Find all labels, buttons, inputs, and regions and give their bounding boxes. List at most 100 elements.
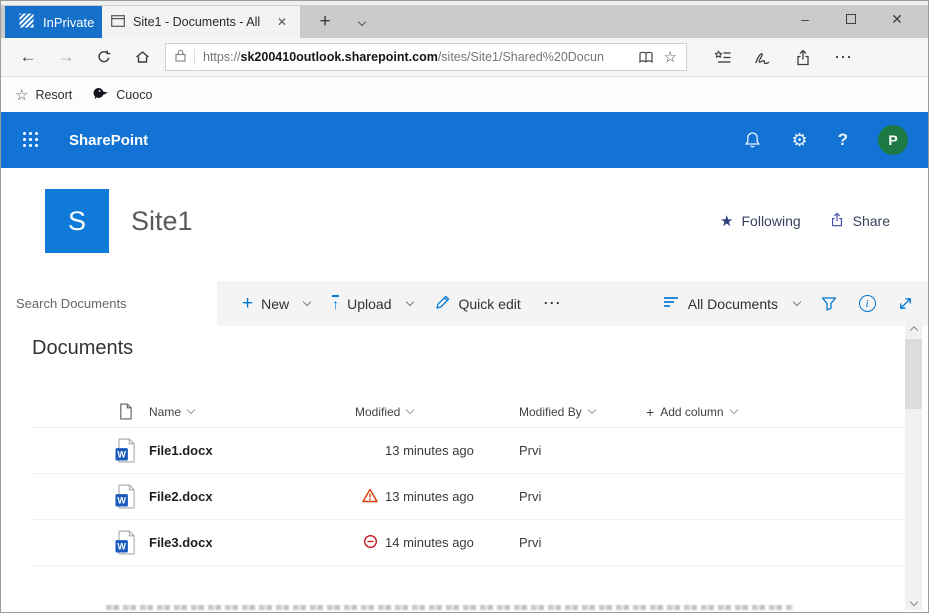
command-bar: + New ↑ Upload Quick edit ⋯: [1, 281, 928, 326]
new-button[interactable]: + New: [231, 281, 321, 326]
cropped-text-artifact: [106, 605, 793, 610]
favorite-item-resort[interactable]: ☆ Resort: [15, 86, 72, 104]
inprivate-icon: [19, 13, 34, 31]
address-bar: ← → https://sk200410outlook.sharepoint.c…: [1, 38, 928, 77]
view-selector[interactable]: All Documents: [653, 281, 810, 326]
expand-fullscreen-icon[interactable]: [886, 281, 924, 326]
tab-list-chevron-icon[interactable]: [345, 6, 379, 38]
reading-view-icon[interactable]: [638, 51, 654, 64]
add-favorite-star-icon[interactable]: ☆: [664, 48, 677, 66]
app-name[interactable]: SharePoint: [69, 132, 148, 149]
file-rows: W File1.docx 13 minutes ago Prvi W File2…: [31, 428, 904, 566]
svg-text:W: W: [117, 542, 126, 552]
new-label: New: [261, 296, 289, 312]
following-label: Following: [742, 213, 801, 229]
following-button[interactable]: ★ Following: [720, 212, 801, 230]
blocked-icon: [363, 534, 378, 552]
site-title[interactable]: Site1: [131, 206, 193, 237]
user-avatar[interactable]: P: [878, 125, 908, 155]
favorite-star-icon: ☆: [15, 86, 28, 104]
search-box[interactable]: [1, 281, 217, 326]
window-controls: – ✕: [782, 1, 920, 37]
favorite-label: Resort: [35, 88, 72, 102]
more-commands-button[interactable]: ⋯: [532, 281, 573, 326]
vertical-scrollbar[interactable]: [905, 321, 922, 610]
browser-share-icon[interactable]: [783, 40, 823, 74]
file-row[interactable]: W File1.docx 13 minutes ago Prvi: [31, 428, 904, 474]
favorite-label: Cuoco: [116, 88, 152, 102]
forward-button[interactable]: →: [47, 40, 85, 74]
new-tab-button[interactable]: +: [307, 6, 343, 38]
file-modified: 13 minutes ago: [385, 443, 519, 458]
app-launcher-waffle-icon[interactable]: [23, 132, 39, 148]
favorites-bar: ☆ Resort Cuoco: [1, 77, 928, 112]
warning-icon: [362, 488, 378, 506]
share-label: Share: [853, 213, 890, 229]
column-header-modified[interactable]: Modified: [355, 405, 519, 419]
refresh-button[interactable]: [85, 40, 123, 74]
site-logo[interactable]: S: [45, 189, 109, 253]
file-modified: 13 minutes ago: [385, 489, 519, 504]
search-input[interactable]: [14, 295, 204, 312]
following-star-icon: ★: [720, 212, 733, 230]
file-modified-by: Prvi: [519, 443, 646, 458]
file-name[interactable]: File2.docx: [149, 489, 355, 504]
view-lines-icon: [663, 295, 679, 312]
site-header: S Site1 ★ Following Share: [1, 168, 928, 281]
svg-text:W: W: [117, 450, 126, 460]
quick-edit-button[interactable]: Quick edit: [424, 281, 532, 326]
back-button[interactable]: ←: [9, 40, 47, 74]
info-icon[interactable]: i: [848, 281, 886, 326]
file-name[interactable]: File1.docx: [149, 443, 355, 458]
lock-icon: [175, 49, 186, 65]
browser-toolbar-icons: ⋯: [703, 40, 863, 74]
close-button[interactable]: ✕: [874, 1, 920, 37]
browser-tab[interactable]: Site1 - Documents - All ✕: [102, 6, 300, 38]
sharepoint-suite-bar: SharePoint ⚙ ? P: [1, 112, 928, 168]
settings-gear-icon[interactable]: ⚙: [791, 130, 807, 151]
quick-edit-label: Quick edit: [459, 296, 521, 312]
scrollbar-thumb[interactable]: [905, 339, 922, 409]
help-icon[interactable]: ?: [838, 130, 848, 150]
settings-more-icon[interactable]: ⋯: [823, 40, 863, 74]
tab-close-icon[interactable]: ✕: [273, 13, 291, 31]
column-header-name[interactable]: Name: [149, 405, 355, 419]
word-file-icon: W: [101, 530, 149, 555]
favorites-hub-icon[interactable]: [703, 40, 743, 74]
file-row[interactable]: W File3.docx 14 minutes ago Prvi: [31, 520, 904, 566]
svg-text:W: W: [117, 496, 126, 506]
view-selector-label: All Documents: [688, 296, 778, 312]
favorite-item-cuoco[interactable]: Cuoco: [92, 86, 152, 103]
url-path: /sites/Site1/Shared%20Docun: [438, 50, 604, 64]
file-type-column-icon[interactable]: [101, 403, 149, 420]
maximize-icon: [846, 14, 856, 24]
scroll-up-icon[interactable]: [905, 321, 922, 337]
scroll-down-icon[interactable]: [905, 594, 922, 610]
tab-bar: InPrivate Site1 - Documents - All ✕ + – …: [1, 1, 928, 38]
file-modified-by: Prvi: [519, 489, 646, 504]
pencil-icon: [435, 294, 451, 313]
word-file-icon: W: [101, 484, 149, 509]
file-modified: 14 minutes ago: [385, 535, 519, 550]
home-button[interactable]: [123, 40, 161, 74]
minimize-button[interactable]: –: [782, 1, 828, 37]
file-name[interactable]: File3.docx: [149, 535, 355, 550]
notifications-bell-icon[interactable]: [744, 131, 761, 149]
upload-label: Upload: [347, 296, 391, 312]
url-domain: sk200410outlook.sharepoint.com: [241, 50, 438, 64]
upload-icon: ↑: [332, 295, 339, 312]
url-divider: [194, 49, 195, 65]
library-title: Documents: [32, 337, 133, 360]
add-notes-pen-icon[interactable]: [743, 40, 783, 74]
url-scheme: https://: [203, 50, 241, 64]
word-file-icon: W: [101, 438, 149, 463]
file-row[interactable]: W File2.docx 13 minutes ago Prvi: [31, 474, 904, 520]
url-field[interactable]: https://sk200410outlook.sharepoint.com/s…: [165, 43, 687, 71]
upload-button[interactable]: ↑ Upload: [321, 281, 423, 326]
filter-funnel-icon[interactable]: [810, 281, 848, 326]
add-column-button[interactable]: +Add column: [646, 404, 904, 420]
bird-favicon-icon: [92, 86, 109, 103]
column-header-modified-by[interactable]: Modified By: [519, 405, 646, 419]
maximize-button[interactable]: [828, 1, 874, 37]
share-button[interactable]: Share: [829, 212, 890, 230]
